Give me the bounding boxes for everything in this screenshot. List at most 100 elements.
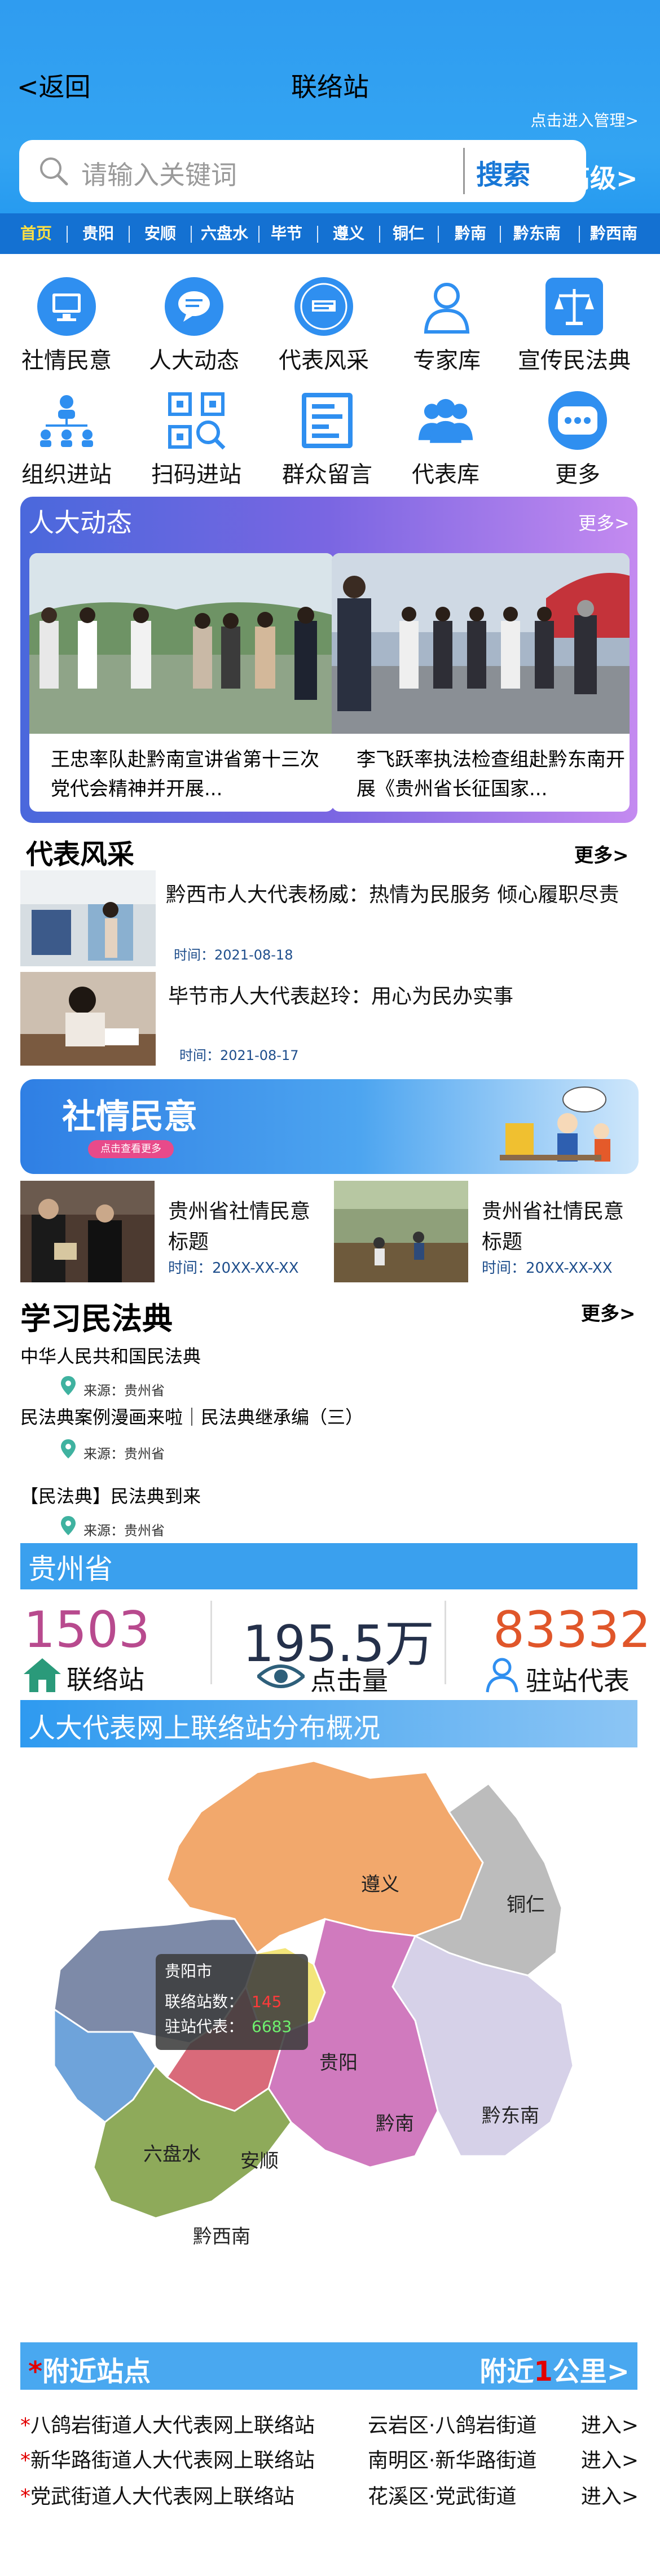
stat-reps: 83332 驻站代表: [468, 1601, 651, 1696]
grid-item-more[interactable]: 更多: [521, 389, 634, 489]
tab-tongren[interactable]: 铜仁: [393, 224, 424, 244]
station-name: *新华路街道人大代表网上联络站: [20, 2444, 315, 2473]
required-star: *: [20, 2449, 30, 2472]
list-item[interactable]: 黔西市人大代表杨威：热情为民服务 倾心履职尽责 时间：2021-08-18: [20, 870, 639, 966]
rep-title: 黔西市人大代表杨威：热情为民服务 倾心履职尽责: [166, 883, 619, 906]
station-row[interactable]: *八鸽岩街道人大代表网上联络站 云岩区·八鸽岩街道 进入>: [20, 2409, 639, 2445]
manage-link[interactable]: 点击进入管理>: [531, 108, 639, 131]
guizhou-map[interactable]: 遵义 铜仁 贵阳 黔东南 黔南 六盘水 安顺 黔西南 贵阳市 联络站数： 145…: [20, 1750, 639, 2337]
required-star: *: [20, 2414, 30, 2437]
more-link[interactable]: 更多>: [574, 840, 629, 868]
region-tabs: 首页 贵阳 安顺 六盘水 毕节 遵义 铜仁 黔南 黔东南 黔西南: [0, 213, 660, 254]
sheqing-title: 贵州省社情民意标题: [482, 1200, 624, 1254]
map-label-tongren: 铜仁: [507, 1894, 545, 1916]
law-source: 来源：贵州省: [83, 1523, 165, 1539]
tooltip-stations-label: 联络站数：: [165, 1992, 244, 2011]
stat-value: 83332: [493, 1601, 651, 1659]
rep-photo: [20, 870, 156, 966]
section-title: 学习民法典: [20, 1301, 173, 1337]
tab-separator: [258, 226, 259, 243]
stat-label: 驻站代表: [526, 1666, 630, 1696]
grid-label: 宣传民法典: [518, 348, 631, 374]
nearby-header: *附近站点 附近1公里>: [20, 2342, 637, 2390]
news-card[interactable]: 李飞跃率执法检查组赴黔东南开展《贵州省长征国家...: [332, 553, 630, 812]
grid-item-civil-code[interactable]: 宣传民法典: [518, 275, 631, 375]
grid-item-renda[interactable]: 人大动态: [138, 275, 250, 375]
grid-item-experts[interactable]: 专家库: [390, 275, 503, 375]
cartoon-illustration: [500, 1087, 610, 1162]
range-number: 1: [534, 2356, 553, 2387]
station-name-text: 新华路街道人大代表网上联络站: [30, 2449, 315, 2472]
grid-item-qr-enter[interactable]: 扫码进站: [140, 389, 253, 489]
sheqing-time: 时间：20XX-XX-XX: [482, 1260, 613, 1277]
tab-qianxinan[interactable]: 黔西南: [590, 224, 637, 244]
grid-label: 人大动态: [149, 348, 239, 374]
nearby-title: *附近站点: [28, 2349, 151, 2389]
station-area: 花溪区·党武街道: [368, 2485, 517, 2508]
law-source: 来源：贵州省: [83, 1383, 165, 1399]
grid-item-messages[interactable]: 群众留言: [271, 389, 384, 489]
search-input[interactable]: 请输入关键词: [81, 155, 237, 192]
enter-button[interactable]: 进入>: [581, 2409, 639, 2438]
search-button[interactable]: 搜索: [476, 152, 530, 192]
station-name: *党武街道人大代表网上联络站: [20, 2480, 294, 2509]
view-more-button[interactable]: 点击查看更多: [88, 1140, 174, 1158]
grid-label: 专家库: [413, 348, 481, 374]
grid-item-org-enter[interactable]: 组织进站: [10, 389, 123, 489]
location-pin-icon: [61, 1439, 76, 1458]
location-pin-icon: [61, 1376, 76, 1395]
eye-icon: [257, 1664, 305, 1688]
advanced-search-button[interactable]: 高级>: [564, 158, 638, 195]
stat-label: 点击量: [310, 1666, 388, 1696]
grid-item-fengcai[interactable]: 代表风采: [267, 275, 380, 375]
more-link[interactable]: 更多>: [578, 509, 630, 535]
message-board-icon: [296, 389, 358, 452]
enter-button[interactable]: 进入>: [581, 2480, 639, 2509]
station-name-text: 八鸽岩街道人大代表网上联络站: [30, 2414, 315, 2437]
rep-time: 时间：2021-08-17: [179, 1048, 299, 1063]
law-article-title[interactable]: 【民法典】民法典到来: [20, 1482, 201, 1508]
station-row[interactable]: *党武街道人大代表网上联络站 花溪区·党武街道 进入>: [20, 2480, 639, 2516]
tab-zunyi[interactable]: 遵义: [333, 224, 364, 244]
law-article-title[interactable]: 民法典案例漫画来啦｜民法典继承编（三）: [20, 1403, 363, 1429]
grid-label: 社情民意: [21, 348, 112, 374]
tab-guiyang[interactable]: 贵阳: [82, 224, 114, 244]
list-item[interactable]: 毕节市人大代表赵玲：用心为民办实事 时间：2021-08-17: [20, 972, 639, 1068]
more-dots-icon: [547, 389, 609, 452]
grid-item-rep-library[interactable]: 代表库: [389, 389, 502, 489]
computer-icon: [36, 275, 98, 338]
map-label-qiandongnan: 黔东南: [482, 2105, 539, 2127]
news-card[interactable]: 王忠率队赴黔南宣讲省第十三次党代会精神并开展...: [29, 553, 334, 812]
search-bar: 请输入关键词 搜索: [19, 140, 586, 202]
page: <返回 联络站 点击进入管理> 请输入关键词 搜索 高级> 首页 贵阳 安顺 六…: [0, 0, 660, 2576]
news-photo: [29, 553, 334, 734]
org-chart-icon: [36, 389, 98, 452]
map-label-anshun: 安顺: [240, 2150, 279, 2172]
law-article-title[interactable]: 中华人民共和国民法典: [20, 1342, 201, 1368]
nearby-range-button[interactable]: 附近1公里>: [479, 2349, 630, 2389]
required-star: *: [28, 2356, 43, 2387]
tab-separator: [379, 226, 380, 243]
stat-divider: [445, 1601, 446, 1684]
sheqing-title: 贵州省社情民意标题: [168, 1200, 311, 1254]
more-link[interactable]: 更多>: [581, 1298, 636, 1326]
sheqing-banner[interactable]: 社情民意 点击查看更多: [20, 1079, 639, 1174]
tab-qiannan[interactable]: 黔南: [455, 224, 486, 244]
tab-qiandongnan[interactable]: 黔东南: [513, 224, 561, 244]
station-row[interactable]: *新华路街道人大代表网上联络站 南明区·新华路街道 进入>: [20, 2444, 639, 2480]
tab-liupanshui[interactable]: 六盘水: [201, 224, 248, 244]
map-tooltip: 贵阳市 联络站数： 145 驻站代表： 6683: [156, 1954, 308, 2050]
news-caption: 王忠率队赴黔南宣讲省第十三次党代会精神并开展...: [51, 748, 319, 800]
list-item[interactable]: 贵州省社情民意标题 时间：20XX-XX-XX: [334, 1181, 639, 1282]
page-title: 联络站: [291, 72, 369, 102]
tab-anshun[interactable]: 安顺: [144, 224, 176, 244]
qr-scan-icon: [165, 389, 227, 452]
grid-item-sheqing[interactable]: 社情民意: [10, 275, 123, 375]
fengcai-logo-icon: [293, 275, 355, 338]
tab-separator: [191, 226, 192, 243]
tab-bijie[interactable]: 毕节: [271, 224, 302, 244]
news-caption: 李飞跃率执法检查组赴黔东南开展《贵州省长征国家...: [357, 748, 625, 800]
list-item[interactable]: 贵州省社情民意标题 时间：20XX-XX-XX: [20, 1181, 325, 1282]
enter-button[interactable]: 进入>: [581, 2444, 639, 2473]
tab-home[interactable]: 首页: [20, 224, 52, 244]
